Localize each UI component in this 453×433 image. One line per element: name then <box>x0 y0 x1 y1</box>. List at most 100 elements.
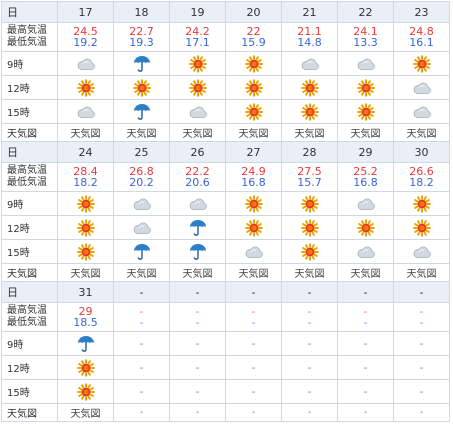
weather-map-row: 天気図 天気図 天気図 天気図 天気図 天気図 天気図 天気図 <box>1 123 450 142</box>
max-temp-label: 最高気温 <box>7 305 47 316</box>
min-temp-value: - <box>363 316 368 329</box>
weather-map-link[interactable]: 天気図 <box>351 269 381 280</box>
weather-cell <box>57 191 114 216</box>
weather-row-15h: 15時 <box>1 99 450 124</box>
weather-cell <box>113 215 170 240</box>
weather-map-link[interactable]: 天気図 <box>127 129 157 140</box>
weather-map-link[interactable]: 天気図 <box>71 129 101 140</box>
dash-text: - <box>139 407 144 418</box>
temperature-row: 最高気温 最低気温 29 18.5- - - - - - - - - - - - <box>1 302 450 332</box>
min-temp-label: 最低気温 <box>7 177 47 188</box>
day-number: - <box>169 281 226 303</box>
dash-text: - <box>195 385 200 398</box>
sun-icon <box>339 218 393 237</box>
temperature-cell: 29 18.5 <box>57 302 114 332</box>
empty-cell: - <box>225 331 282 356</box>
temperature-label: 最高気温 最低気温 <box>1 302 58 332</box>
day-number: - <box>113 281 170 303</box>
day-number: 27 <box>225 141 282 163</box>
dash-text: - <box>307 337 312 350</box>
weather-map-link[interactable]: 天気図 <box>295 129 325 140</box>
weather-map-cell: 天気図 <box>57 123 114 142</box>
sun-icon <box>115 78 169 97</box>
weather-map-link[interactable]: 天気図 <box>351 129 381 140</box>
weather-map-row: 天気図 天気図 天気図 天気図 天気図 天気図 天気図 天気図 <box>1 263 450 282</box>
weather-map-link[interactable]: 天気図 <box>295 269 325 280</box>
sun-icon <box>227 194 281 213</box>
sun-icon <box>171 54 225 73</box>
cloud-icon <box>339 197 393 211</box>
temperature-cell: 24.1 13.3 <box>337 22 394 52</box>
weather-cell <box>113 75 170 100</box>
weather-map-link[interactable]: 天気図 <box>71 409 101 420</box>
temperature-cell: 24.9 16.8 <box>225 162 282 192</box>
min-temp-value: 20.6 <box>185 176 210 189</box>
weather-map-link[interactable]: 天気図 <box>127 269 157 280</box>
day-number: 19 <box>169 1 226 23</box>
weather-cell <box>225 75 282 100</box>
weather-row-9h: 9時 - - - - - - <box>1 331 450 356</box>
day-number: 29 <box>337 141 394 163</box>
temperature-cell: 22.2 20.6 <box>169 162 226 192</box>
sun-icon <box>339 78 393 97</box>
weather-cell <box>393 51 450 76</box>
time-label-15h: 15時 <box>1 99 58 124</box>
cloud-icon <box>115 221 169 235</box>
weather-map-cell: 天気図 <box>225 263 282 282</box>
dash-text: - <box>419 407 424 418</box>
day-number: 26 <box>169 141 226 163</box>
empty-cell: - <box>225 379 282 404</box>
time-label-12h: 12時 <box>1 355 58 380</box>
weather-map-link[interactable]: 天気図 <box>183 269 213 280</box>
weather-map-link[interactable]: 天気図 <box>407 269 437 280</box>
umbrella-icon <box>59 334 113 354</box>
dash-text: - <box>419 361 424 374</box>
cloud-icon <box>283 57 337 71</box>
weather-cell <box>57 331 114 356</box>
weather-row-12h: 12時 - - - - - - <box>1 355 450 380</box>
day-label: 日 <box>1 281 58 303</box>
temperature-label: 最高気温 最低気温 <box>1 22 58 52</box>
time-label-15h: 15時 <box>1 379 58 404</box>
empty-cell: - <box>393 379 450 404</box>
temperature-cell: 25.2 16.8 <box>337 162 394 192</box>
weather-calendar-table: 日 17 18 19 20 21 22 23 最高気温 最低気温 24.5 19.2 22.7 19.3 2… <box>1 1 450 422</box>
dash-text: - <box>195 361 200 374</box>
weather-map-link[interactable]: 天気図 <box>239 129 269 140</box>
weather-map-link[interactable]: 天気図 <box>71 269 101 280</box>
min-temp-value: 17.1 <box>185 36 210 49</box>
weather-cell <box>113 239 170 264</box>
sun-icon <box>227 78 281 97</box>
weather-row-15h: 15時 - - - - - - <box>1 379 450 404</box>
weather-map-cell: 天気図 <box>169 263 226 282</box>
weather-map-link[interactable]: 天気図 <box>239 269 269 280</box>
min-temp-value: 14.8 <box>297 36 322 49</box>
weather-map-link[interactable]: 天気図 <box>183 129 213 140</box>
temperature-label: 最高気温 最低気温 <box>1 162 58 192</box>
temperature-cell: 28.4 18.2 <box>57 162 114 192</box>
weather-cell <box>393 99 450 124</box>
empty-cell: - <box>281 355 338 380</box>
weather-map-cell: - <box>393 403 450 422</box>
temperature-cell: 22 15.9 <box>225 22 282 52</box>
weather-cell <box>393 215 450 240</box>
sun-icon <box>283 242 337 261</box>
weather-cell <box>57 51 114 76</box>
dash-text: - <box>139 385 144 398</box>
empty-cell: - <box>113 331 170 356</box>
day-number: 30 <box>393 141 450 163</box>
min-temp-value: 16.8 <box>241 176 266 189</box>
weather-map-cell: 天気図 <box>57 403 114 422</box>
day-number: - <box>393 281 450 303</box>
day-number: 25 <box>113 141 170 163</box>
cloud-icon <box>59 57 113 71</box>
weather-cell <box>113 191 170 216</box>
min-temp-value: 15.9 <box>241 36 266 49</box>
empty-cell: - <box>337 331 394 356</box>
weather-map-label: 天気図 <box>1 263 58 282</box>
temperature-row: 最高気温 最低気温 24.5 19.2 22.7 19.3 24.2 17.1 22 15.9 21… <box>1 22 450 52</box>
empty-cell: - <box>225 355 282 380</box>
cloud-icon <box>171 105 225 119</box>
weather-map-link[interactable]: 天気図 <box>407 129 437 140</box>
weather-map-cell: 天気図 <box>169 123 226 142</box>
